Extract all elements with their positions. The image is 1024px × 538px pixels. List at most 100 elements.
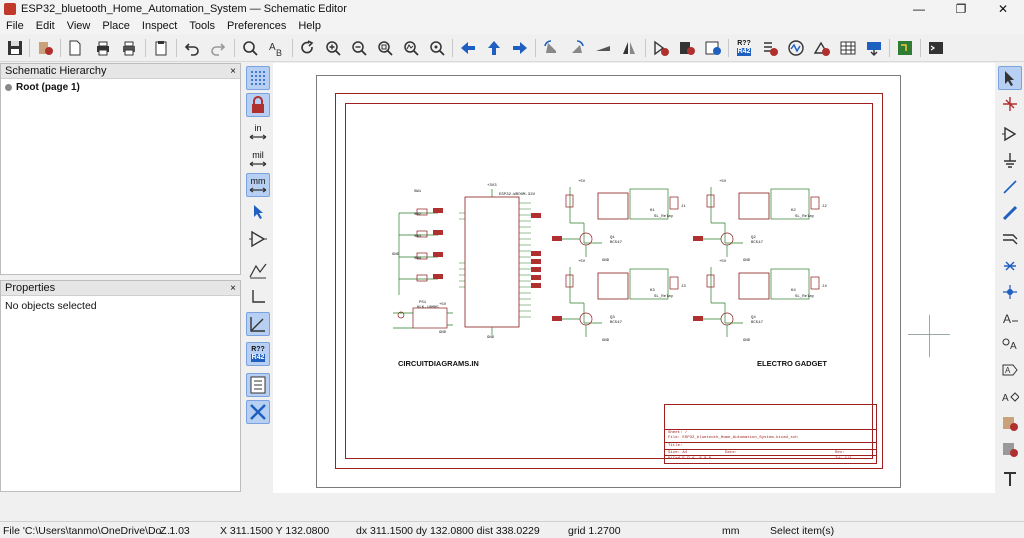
page-settings-icon[interactable] (64, 37, 86, 59)
units-mil-label: mil (252, 149, 264, 160)
redo-icon[interactable] (207, 37, 229, 59)
add-global-label-icon[interactable]: A (998, 358, 1022, 382)
symbol-library-icon[interactable] (676, 37, 698, 59)
units-mils-button[interactable]: mil (246, 147, 270, 171)
arrow-right-icon[interactable] (509, 37, 531, 59)
hidden-pins-icon[interactable] (246, 227, 270, 251)
find-icon[interactable] (239, 37, 261, 59)
line-mode-90-icon[interactable] (246, 285, 270, 309)
arrow-left-icon[interactable] (457, 37, 479, 59)
menu-preferences[interactable]: Preferences (221, 20, 292, 32)
line-mode-free-icon[interactable] (246, 258, 270, 282)
schematic-canvas[interactable]: SW1 SW2 SW3 SW4 GND +3V3 ESP32-WROOM-32U… (273, 63, 995, 493)
q1-part-label: BC547 (610, 241, 623, 245)
annotate-panel-button[interactable]: R?? R42 (246, 342, 270, 366)
no-connect-icon[interactable] (998, 254, 1022, 278)
find-replace-icon[interactable]: AB (265, 37, 287, 59)
import-sheet-pin-icon[interactable] (998, 437, 1022, 461)
plot-icon[interactable] (118, 37, 140, 59)
hierarchy-title: Schematic Hierarchy (5, 65, 107, 77)
schematic-setup-icon[interactable] (34, 37, 56, 59)
footprint-assign-icon[interactable] (702, 37, 724, 59)
left-annotate-top-label: R?? (251, 346, 265, 353)
line-mode-45-icon[interactable] (246, 312, 270, 336)
mirror-horizontal-icon[interactable] (618, 37, 640, 59)
rotate-ccw-icon[interactable] (540, 37, 562, 59)
add-sheet-icon[interactable] (998, 411, 1022, 435)
hierarchy-navigator-icon[interactable] (246, 373, 270, 397)
properties-empty-text: No objects selected (5, 300, 97, 312)
zoom-fit-icon[interactable] (374, 37, 396, 59)
bom-export-icon[interactable] (863, 37, 885, 59)
j2-label: J2 (822, 205, 827, 209)
left-annotate-bottom-label: R42 (250, 354, 266, 362)
mirror-vertical-icon[interactable] (592, 37, 614, 59)
scripting-console-icon[interactable] (925, 37, 947, 59)
menu-help[interactable]: Help (292, 20, 327, 32)
bom-icon[interactable] (811, 37, 833, 59)
sw2-label: SW2 (414, 213, 422, 217)
main-toolbar: AB R?? R42 (0, 35, 1024, 62)
annotate-top-label: R?? (737, 40, 751, 47)
simulator-icon[interactable] (785, 37, 807, 59)
add-wire-icon[interactable] (998, 175, 1022, 199)
menu-inspect[interactable]: Inspect (136, 20, 183, 32)
zoom-objects-icon[interactable] (400, 37, 422, 59)
minimize-button[interactable]: — (898, 0, 940, 18)
select-tool-icon[interactable] (998, 66, 1022, 90)
grid-lock-icon[interactable] (246, 93, 270, 117)
title-block-size: Size: A4 (668, 450, 688, 455)
bus-entry-icon[interactable] (998, 227, 1022, 251)
add-hier-label-icon[interactable]: A (998, 385, 1022, 409)
units-inches-button[interactable]: in (246, 120, 270, 144)
symbol-editor-icon[interactable] (650, 37, 672, 59)
menu-place[interactable]: Place (96, 20, 136, 32)
rotate-cw-icon[interactable] (566, 37, 588, 59)
add-net-class-icon[interactable]: A (998, 332, 1022, 356)
hierarchy-root-item[interactable]: Root (page 1) (1, 79, 240, 96)
q1-label: Q1 (610, 236, 615, 240)
relay-channel-3 (552, 267, 679, 337)
erc-icon[interactable] (759, 37, 781, 59)
menu-view[interactable]: View (61, 20, 97, 32)
menu-file[interactable]: File (0, 20, 30, 32)
add-label-icon[interactable]: A (998, 306, 1022, 330)
status-bar: File 'C:\Users\tanmo\OneDrive\Do... Z 1.… (0, 521, 1024, 538)
refresh-icon[interactable] (296, 37, 318, 59)
pcb-editor-icon[interactable] (894, 37, 916, 59)
print-icon[interactable] (92, 37, 114, 59)
units-in-label: in (254, 122, 262, 133)
add-symbol-icon[interactable] (998, 122, 1022, 146)
highlight-net-icon[interactable] (998, 92, 1022, 116)
annotate-icon[interactable]: R?? R42 (733, 37, 755, 59)
esp-3v3-label: +3V3 (487, 184, 497, 188)
esp32-module (459, 189, 541, 335)
cursor-full-crosshair-icon[interactable] (246, 200, 270, 224)
add-power-icon[interactable] (998, 148, 1022, 172)
add-bus-icon[interactable] (998, 201, 1022, 225)
maximize-button[interactable]: ❐ (940, 0, 982, 18)
hierarchy-close-button[interactable]: × (230, 66, 236, 77)
zoom-in-icon[interactable] (322, 37, 344, 59)
save-icon[interactable] (4, 37, 26, 59)
undo-icon[interactable] (181, 37, 203, 59)
menu-edit[interactable]: Edit (30, 20, 61, 32)
title-block-date: Date: (725, 450, 738, 455)
relay-channel-2 (693, 187, 820, 257)
relay3-5v-label: +5V (578, 260, 586, 264)
title-block-kicad: KiCad E.D.A. 8.0.0 (668, 457, 712, 461)
zoom-out-icon[interactable] (348, 37, 370, 59)
properties-tools-icon[interactable] (246, 400, 270, 424)
add-text-icon[interactable] (998, 467, 1022, 491)
menu-tools[interactable]: Tools (183, 20, 221, 32)
properties-close-button[interactable]: × (230, 283, 236, 294)
grid-toggle-icon[interactable] (246, 66, 270, 90)
arrow-up-icon[interactable] (483, 37, 505, 59)
paste-icon[interactable] (150, 37, 172, 59)
k4-part-label: SL_Relay (795, 295, 815, 299)
fields-table-icon[interactable] (837, 37, 859, 59)
close-button[interactable]: ✕ (982, 0, 1024, 18)
units-mm-button[interactable]: mm (246, 173, 270, 197)
add-junction-icon[interactable] (998, 280, 1022, 304)
zoom-selection-icon[interactable] (426, 37, 448, 59)
